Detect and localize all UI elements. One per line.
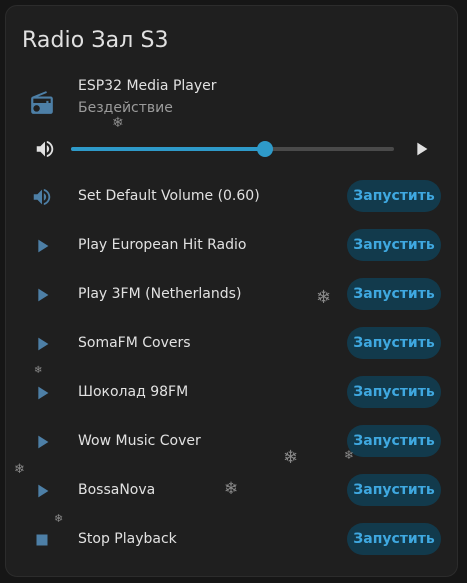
play-icon [31,284,53,306]
player-name: ESP32 Media Player [78,78,217,94]
run-script-button[interactable]: Запустить [347,229,441,261]
script-list: Set Default Volume (0.60) Запустить Play E… [6,172,457,564]
run-script-button[interactable]: Запустить [347,278,441,310]
snowflake-icon: ❄ [112,115,124,131]
volume-slider-thumb[interactable] [256,141,273,157]
volume-icon [31,186,53,208]
script-label: Шоколад 98FM [78,384,189,400]
script-row: Stop Playback Запустить [6,515,457,564]
script-label: Wow Music Cover [78,433,201,449]
radio-icon [29,90,55,116]
script-label: Set Default Volume (0.60) [78,188,260,204]
run-script-button[interactable]: Запустить [347,180,441,212]
script-row: Шоколад 98FM Запустить [6,368,457,417]
run-script-button[interactable]: Запустить [347,474,441,506]
volume-slider-fill [71,147,265,151]
play-icon [31,235,53,257]
script-label: BossaNova [78,482,156,498]
run-script-button[interactable]: Запустить [347,425,441,457]
script-row: Wow Music Cover Запустить [6,417,457,466]
script-label: Play European Hit Radio [78,237,247,253]
card-title: Radio Зал S3 [22,28,169,53]
script-row: Set Default Volume (0.60) Запустить [6,172,457,221]
script-row: Play European Hit Radio Запустить [6,221,457,270]
run-script-button[interactable]: Запустить [347,523,441,555]
script-label: Play 3FM (Netherlands) [78,286,242,302]
play-icon [31,480,53,502]
player-state: Бездействие [78,100,173,116]
script-label: SomaFM Covers [78,335,191,351]
play-icon [417,142,428,156]
play-button[interactable] [410,138,432,160]
play-icon [31,431,53,453]
play-icon [31,333,53,355]
media-card: Radio Зал S3 ESP32 Media Player Бездейст… [5,5,458,577]
volume-slider[interactable] [71,141,394,157]
play-icon [31,382,53,404]
script-row: BossaNova Запустить [6,466,457,515]
run-script-button[interactable]: Запустить [347,327,441,359]
volume-icon[interactable] [34,138,56,160]
script-label: Stop Playback [78,531,177,547]
volume-row [6,130,457,166]
script-row: SomaFM Covers Запустить [6,319,457,368]
stop-icon [31,529,53,551]
script-row: Play 3FM (Netherlands) Запустить [6,270,457,319]
run-script-button[interactable]: Запустить [347,376,441,408]
